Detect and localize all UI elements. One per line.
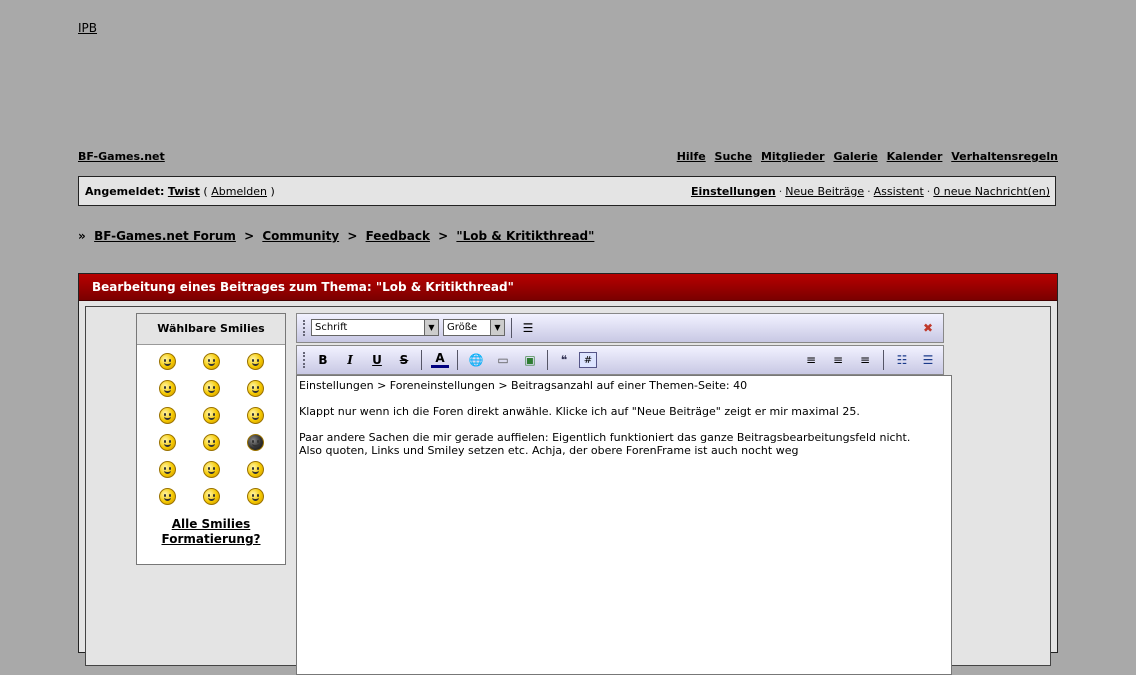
post-editor-textarea[interactable]: Einstellungen > Foreneinstellungen > Bei… <box>296 375 952 675</box>
all-smilies-link[interactable]: Alle Smilies <box>137 517 285 532</box>
smilies-title: Wählbare Smilies <box>137 314 285 345</box>
toolbar-separator <box>511 318 512 338</box>
underline-button[interactable]: U <box>368 352 386 368</box>
editor-line <box>299 392 949 405</box>
breadcrumb-separator: > <box>438 229 449 243</box>
unordered-list-icon[interactable]: ☰ <box>919 352 937 368</box>
smiley-icon[interactable] <box>158 380 176 397</box>
close-icon[interactable]: ✖ <box>919 320 937 336</box>
site-name-link[interactable]: BF-Games.net <box>78 150 165 163</box>
font-color-button[interactable]: A <box>431 352 449 368</box>
assistant-link[interactable]: Assistent <box>874 185 924 198</box>
top-nav: Hilfe Suche Mitglieder Galerie Kalender … <box>672 150 1058 163</box>
smiley-icon[interactable] <box>158 353 176 370</box>
settings-link[interactable]: Einstellungen <box>691 185 776 198</box>
italic-button[interactable]: I <box>341 352 359 368</box>
toolbar-grip[interactable] <box>303 320 307 336</box>
breadcrumb-separator: > <box>244 229 255 243</box>
size-select[interactable]: Größe ▼ <box>443 319 505 336</box>
logout-link[interactable]: Abmelden <box>211 185 267 198</box>
separator-dot: · <box>926 185 931 198</box>
smiley-icon[interactable] <box>202 380 220 397</box>
editor-line: Also quoten, Links und Smiley setzen etc… <box>299 444 799 457</box>
user-bar: Angemeldet: Twist ( Abmelden ) Einstellu… <box>78 176 1056 206</box>
toolbar-separator <box>421 350 422 370</box>
font-select[interactable]: Schrift ▼ <box>311 319 439 336</box>
toolbar-separator <box>883 350 884 370</box>
smiley-icon[interactable] <box>246 407 264 424</box>
quote-icon[interactable]: ❝ <box>555 352 573 368</box>
panel-title: Bearbeitung eines Beitrages zum Thema: "… <box>79 274 1057 301</box>
smiley-icon[interactable] <box>158 407 176 424</box>
code-hash-button[interactable]: # <box>579 352 597 368</box>
nav-suche[interactable]: Suche <box>715 150 753 163</box>
smiley-icon[interactable] <box>246 353 264 370</box>
breadcrumb-community[interactable]: Community <box>262 229 339 243</box>
user-info: Angemeldet: Twist ( Abmelden ) <box>85 185 275 198</box>
username-link[interactable]: Twist <box>168 185 200 198</box>
user-links: Einstellungen · Neue Beiträge · Assistent · 0 … <box>691 185 1050 198</box>
breadcrumb-forum[interactable]: BF-Games.net Forum <box>94 229 236 243</box>
toolbar-separator <box>457 350 458 370</box>
chevron-down-icon: ▼ <box>490 320 504 335</box>
indent-icon[interactable]: ☰ <box>519 320 537 336</box>
font-select-value: Schrift <box>315 322 348 333</box>
breadcrumb-separator: > <box>347 229 358 243</box>
size-select-value: Größe <box>447 322 478 333</box>
logged-in-label: Angemeldet: <box>85 185 165 198</box>
align-left-icon[interactable]: ≡ <box>802 352 820 368</box>
panel-inner: Wählbare Smilies Alle Smilies Formatieru… <box>85 306 1051 675</box>
smiley-icon[interactable] <box>246 434 264 451</box>
smiley-icon[interactable] <box>202 353 220 370</box>
editor-toolbar-top: Schrift ▼ Größe ▼ ☰ ✖ <box>296 313 944 343</box>
bold-button[interactable]: B <box>314 352 332 368</box>
editor-line <box>299 418 949 431</box>
breadcrumb-feedback[interactable]: Feedback <box>366 229 430 243</box>
editor-line: Klappt nur wenn ich die Foren direkt anw… <box>299 405 860 418</box>
nav-verhaltensregeln[interactable]: Verhaltensregeln <box>951 150 1058 163</box>
nav-hilfe[interactable]: Hilfe <box>677 150 706 163</box>
smiley-icon[interactable] <box>158 434 176 451</box>
breadcrumb-prefix: » <box>78 229 86 243</box>
smiley-icon[interactable] <box>246 461 264 478</box>
smiley-icon[interactable] <box>246 380 264 397</box>
smiley-icon[interactable] <box>202 488 220 505</box>
toolbar-grip[interactable] <box>303 352 307 368</box>
email-icon[interactable]: ▭ <box>494 352 512 368</box>
logout-paren-close: ) <box>270 185 275 198</box>
editor-line: Paar andere Sachen die mir gerade auffie… <box>299 431 911 444</box>
align-right-icon[interactable]: ≡ <box>856 352 874 368</box>
smiley-icon[interactable] <box>202 434 220 451</box>
edit-post-panel: Bearbeitung eines Beitrages zum Thema: "… <box>78 273 1058 675</box>
smilies-box: Wählbare Smilies Alle Smilies Formatieru… <box>136 313 286 565</box>
smilies-links: Alle Smilies Formatierung? <box>137 517 285 547</box>
smiley-icon[interactable] <box>202 407 220 424</box>
nav-galerie[interactable]: Galerie <box>833 150 877 163</box>
smiley-icon[interactable] <box>202 461 220 478</box>
align-center-icon[interactable]: ≡ <box>829 352 847 368</box>
separator-dot: · <box>867 185 871 198</box>
editor-line: Einstellungen > Foreneinstellungen > Bei… <box>299 379 748 392</box>
smilies-grid <box>137 345 285 505</box>
separator-dot: · <box>778 185 783 198</box>
formatting-help-link[interactable]: Formatierung? <box>137 532 285 547</box>
link-globe-icon[interactable]: 🌐 <box>467 352 485 368</box>
image-icon[interactable]: ▣ <box>521 352 539 368</box>
logout-paren-open: ( <box>203 185 208 198</box>
toolbar-separator <box>547 350 548 370</box>
smiley-icon[interactable] <box>158 461 176 478</box>
nav-mitglieder[interactable]: Mitglieder <box>761 150 825 163</box>
breadcrumb-thread[interactable]: "Lob & Kritikthread" <box>456 229 594 243</box>
ordered-list-icon[interactable]: ☷ <box>893 352 911 368</box>
logo-link[interactable]: IPB <box>78 21 97 35</box>
messages-link[interactable]: 0 neue Nachricht(en) <box>933 185 1050 198</box>
smiley-icon[interactable] <box>246 488 264 505</box>
strikethrough-button[interactable]: S <box>395 352 413 368</box>
editor-toolbar-format: B I U S A 🌐 ▭ ▣ ❝ # ≡ ≡ ≡ ☷ ☰ <box>296 345 944 375</box>
nav-kalender[interactable]: Kalender <box>887 150 943 163</box>
smiley-icon[interactable] <box>158 488 176 505</box>
breadcrumb: » BF-Games.net Forum > Community > Feedb… <box>78 229 594 243</box>
chevron-down-icon: ▼ <box>424 320 438 335</box>
new-posts-link[interactable]: Neue Beiträge <box>785 185 864 198</box>
